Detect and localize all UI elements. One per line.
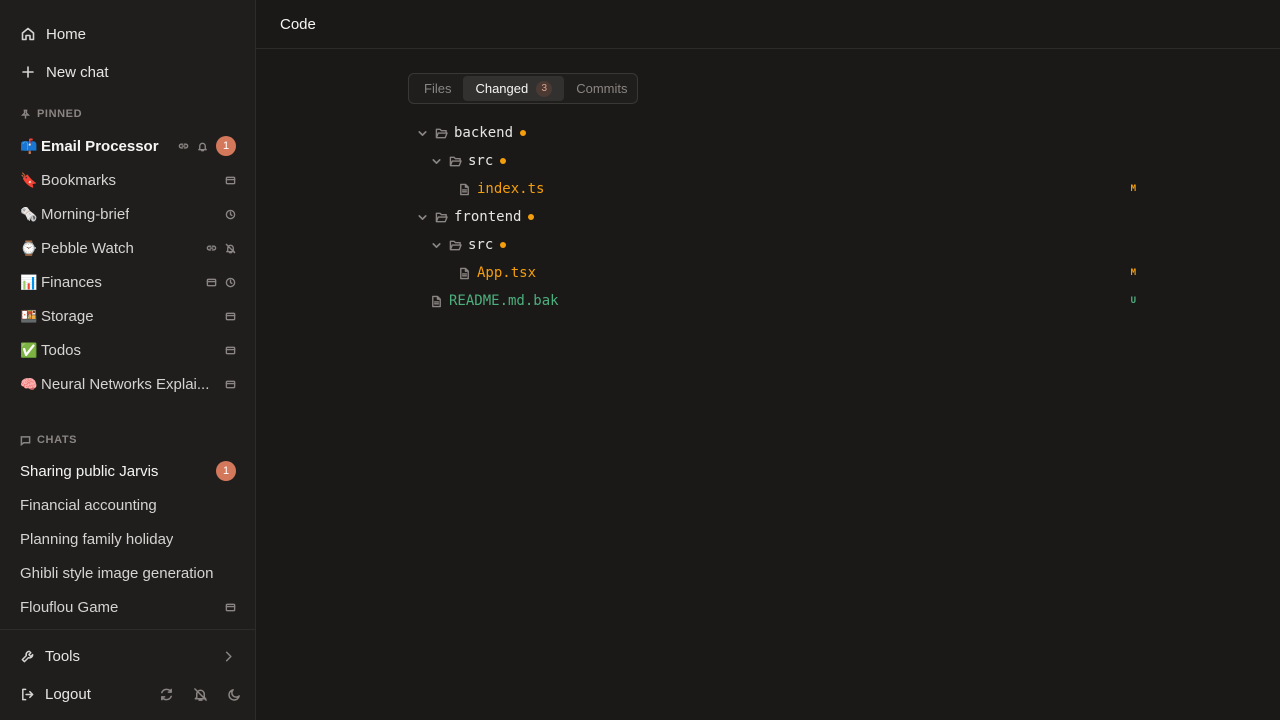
bookmark-icon: 🔖: [20, 171, 38, 188]
view-tabs: Files Changed 3 Commits: [408, 73, 638, 104]
modified-dot: [500, 242, 507, 248]
refresh-icon[interactable]: [159, 687, 174, 702]
notification-badge: 1: [216, 461, 236, 481]
chart-icon: 📊: [20, 273, 38, 290]
home-label: Home: [46, 25, 87, 43]
database-icon: [225, 312, 236, 320]
watch-icon: ⌚: [20, 239, 38, 256]
chat-item-financial-accounting[interactable]: Financial accounting: [12, 490, 244, 520]
mailbox-icon: 📫: [20, 137, 38, 154]
tree-file-index-ts[interactable]: index.ts M: [416, 175, 1136, 203]
new-chat-label: New chat: [46, 63, 109, 81]
pinned-item-todos[interactable]: ✅ Todos: [12, 335, 244, 365]
database-icon: [206, 278, 217, 286]
file-icon: [460, 267, 469, 279]
moon-icon[interactable]: [227, 687, 242, 702]
pinned-section-label: PINNED: [20, 106, 82, 122]
pinned-item-storage[interactable]: 🍱 Storage: [12, 301, 244, 331]
tab-changed[interactable]: Changed 3: [463, 76, 565, 101]
chevron-down-icon: [418, 130, 427, 136]
bento-icon: 🍱: [20, 307, 38, 324]
folder-open-icon: [449, 156, 462, 166]
status-modified: M: [1130, 184, 1136, 194]
wrench-icon: [21, 650, 34, 662]
newspaper-icon: 🗞️: [20, 205, 38, 222]
bell-off-icon[interactable]: [193, 687, 208, 702]
chat-item-sharing-public-jarvis[interactable]: Sharing public Jarvis 1: [12, 456, 244, 486]
chevron-right-icon: [225, 651, 232, 661]
chat-item-flouflou-game[interactable]: Flouflou Game: [12, 592, 244, 622]
status-untracked: U: [1130, 296, 1136, 306]
tree-folder-backend[interactable]: backend: [416, 119, 1136, 147]
notification-badge: 1: [216, 136, 236, 156]
chat-bubble-icon: [20, 435, 31, 446]
pin-icon: [20, 109, 31, 119]
chevron-down-icon: [418, 214, 427, 220]
pinned-item-pebble-watch[interactable]: ⌚ Pebble Watch: [12, 233, 244, 263]
page-title: Code: [256, 0, 1280, 49]
clock-icon: [225, 209, 236, 219]
tree-folder-backend-src[interactable]: src: [416, 147, 1136, 175]
chat-item-ghibli-style[interactable]: Ghibli style image generation: [12, 558, 244, 588]
home-link[interactable]: Home: [20, 20, 86, 48]
logout-icon: [22, 688, 34, 700]
chevron-down-icon: [432, 158, 441, 164]
tree-file-readme-bak[interactable]: README.md.bak U: [416, 287, 1136, 315]
main-panel: Code Files Changed 3 Commits backend src…: [256, 0, 1280, 720]
tab-files[interactable]: Files: [412, 76, 463, 101]
file-icon: [432, 295, 441, 307]
link-icon[interactable]: [178, 141, 189, 152]
bell-icon[interactable]: [197, 141, 208, 152]
modified-dot: [500, 158, 507, 164]
tab-commits[interactable]: Commits: [564, 76, 639, 101]
brain-icon: 🧠: [20, 375, 38, 392]
chats-section-label: CHATS: [20, 432, 77, 448]
pinned-item-neural-networks[interactable]: 🧠 Neural Networks Explai...: [12, 369, 244, 399]
database-icon: [225, 380, 236, 388]
plus-icon: [22, 66, 34, 78]
tree-file-app-tsx[interactable]: App.tsx M: [416, 259, 1136, 287]
home-icon: [21, 27, 35, 41]
logout-button[interactable]: Logout: [20, 680, 242, 708]
tree-folder-frontend[interactable]: frontend: [416, 203, 1136, 231]
pinned-item-bookmarks[interactable]: 🔖 Bookmarks: [12, 165, 244, 195]
chat-item-planning-family-holiday[interactable]: Planning family holiday: [12, 524, 244, 554]
pinned-item-email-processor[interactable]: 📫 Email Processor 1: [12, 131, 244, 161]
clock-icon: [225, 277, 236, 287]
bell-off-icon: [225, 243, 236, 253]
folder-open-icon: [435, 128, 448, 138]
changed-count-badge: 3: [536, 80, 553, 97]
chevron-down-icon: [432, 242, 441, 248]
pinned-item-finances[interactable]: 📊 Finances: [12, 267, 244, 297]
status-modified: M: [1130, 268, 1136, 278]
file-icon: [460, 183, 469, 195]
check-icon: ✅: [20, 341, 38, 358]
folder-open-icon: [449, 240, 462, 250]
pinned-item-morning-brief[interactable]: 🗞️ Morning-brief: [12, 199, 244, 229]
new-chat-button[interactable]: New chat: [20, 58, 109, 86]
tree-folder-frontend-src[interactable]: src: [416, 231, 1136, 259]
folder-open-icon: [435, 212, 448, 222]
tools-button[interactable]: Tools: [20, 642, 236, 670]
modified-dot: [520, 130, 527, 136]
database-icon: [225, 603, 236, 611]
database-icon: [225, 176, 236, 184]
sidebar-divider: [0, 629, 255, 630]
link-icon: [206, 245, 217, 251]
modified-dot: [528, 214, 535, 220]
sidebar: Home New chat PINNED 📫 Email Processor 1…: [0, 0, 256, 720]
database-icon: [225, 346, 236, 354]
